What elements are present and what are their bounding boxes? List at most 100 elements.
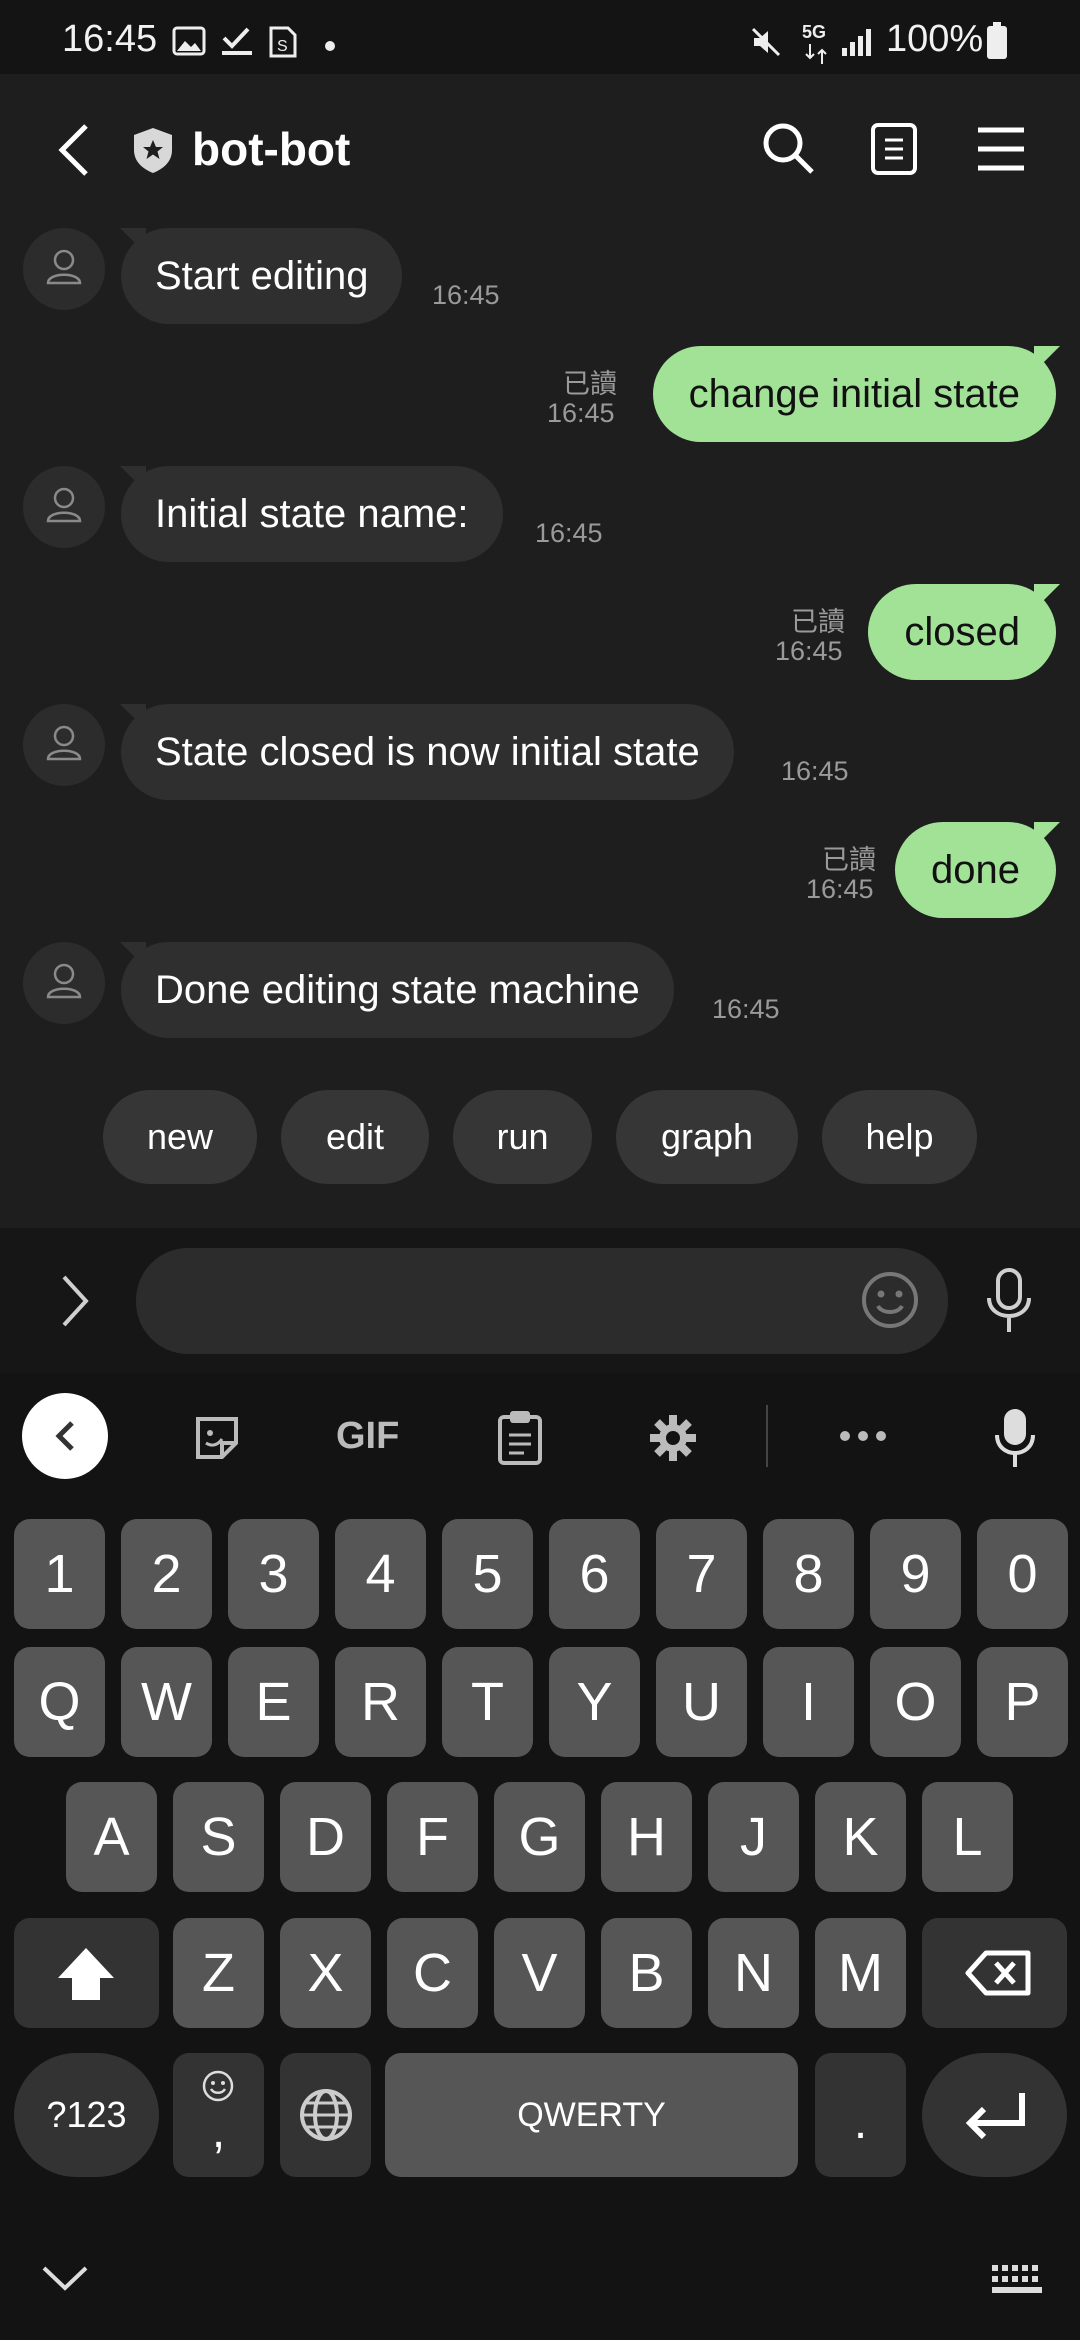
key-o[interactable]: O — [870, 1647, 961, 1757]
key-i[interactable]: I — [763, 1647, 854, 1757]
keyboard-switch-icon[interactable] — [990, 2263, 1044, 2297]
microphone-icon[interactable] — [984, 1266, 1034, 1336]
space-key[interactable]: QWERTY — [385, 2053, 798, 2177]
avatar[interactable] — [23, 942, 105, 1024]
signal-icon — [842, 29, 871, 56]
more-icon[interactable] — [838, 1429, 888, 1443]
voice-input-icon[interactable] — [994, 1407, 1036, 1469]
quick-reply-graph[interactable]: graph — [616, 1090, 798, 1184]
message-bubble[interactable]: Start editing — [121, 228, 403, 324]
avatar[interactable] — [23, 228, 105, 310]
image-icon — [172, 26, 206, 56]
backspace-key[interactable] — [922, 1918, 1067, 2028]
input-bar — [0, 1228, 1080, 1373]
message-bubble[interactable]: State closed is now initial state — [121, 704, 734, 800]
expand-icon[interactable] — [58, 1273, 92, 1329]
key-s[interactable]: S — [173, 1782, 264, 1892]
notes-icon[interactable] — [870, 122, 918, 176]
enter-key[interactable] — [922, 2053, 1067, 2177]
avatar[interactable] — [23, 466, 105, 548]
key-r[interactable]: R — [335, 1647, 426, 1757]
key-z[interactable]: Z — [173, 1918, 264, 2028]
settings-icon[interactable] — [648, 1413, 698, 1463]
quick-reply-help[interactable]: help — [822, 1090, 977, 1184]
message-bubble[interactable]: done — [895, 822, 1056, 918]
quick-reply-run[interactable]: run — [453, 1090, 592, 1184]
key-9[interactable]: 9 — [870, 1519, 961, 1629]
key-8[interactable]: 8 — [763, 1519, 854, 1629]
check-icon — [222, 27, 252, 55]
message-bubble[interactable]: change initial state — [652, 346, 1056, 442]
key-v[interactable]: V — [494, 1918, 585, 2028]
message-time: 16:45 — [781, 756, 849, 786]
period-key[interactable]: . — [815, 2053, 906, 2177]
key-6[interactable]: 6 — [549, 1519, 640, 1629]
language-key[interactable] — [280, 2053, 371, 2177]
chat-header: bot-bot — [0, 74, 1080, 226]
mute-icon — [751, 27, 781, 57]
back-icon[interactable] — [54, 122, 94, 178]
message-bubble[interactable]: Initial state name: — [121, 466, 503, 562]
key-u[interactable]: U — [656, 1647, 747, 1757]
key-3[interactable]: 3 — [228, 1519, 319, 1629]
network-label: 5G — [802, 22, 827, 42]
key-y[interactable]: Y — [549, 1647, 640, 1757]
key-d[interactable]: D — [280, 1782, 371, 1892]
battery-percent: 100% — [886, 18, 984, 60]
svg-text:S: S — [277, 38, 288, 55]
emoji-icon[interactable] — [860, 1270, 920, 1330]
toolbar-divider — [766, 1405, 768, 1467]
comma-key[interactable]: , — [173, 2053, 264, 2177]
clipboard-icon[interactable] — [496, 1409, 544, 1465]
symbols-key[interactable]: ?123 — [14, 2053, 159, 2177]
key-n[interactable]: N — [708, 1918, 799, 2028]
message-time: 16:45 — [712, 994, 780, 1024]
key-2[interactable]: 2 — [121, 1519, 212, 1629]
search-icon[interactable] — [760, 120, 816, 176]
read-receipt: 已讀 — [563, 369, 617, 399]
shift-key[interactable] — [14, 1918, 159, 2028]
chat-title[interactable]: bot-bot — [192, 122, 350, 176]
key-m[interactable]: M — [815, 1918, 906, 2028]
status-time: 16:45 — [62, 18, 158, 60]
avatar[interactable] — [23, 704, 105, 786]
key-f[interactable]: F — [387, 1782, 478, 1892]
message-time: 16:45 — [547, 398, 615, 428]
key-7[interactable]: 7 — [656, 1519, 747, 1629]
key-5[interactable]: 5 — [442, 1519, 533, 1629]
collapse-toolbar-button[interactable] — [22, 1393, 108, 1479]
key-h[interactable]: H — [601, 1782, 692, 1892]
key-0[interactable]: 0 — [977, 1519, 1068, 1629]
key-l[interactable]: L — [922, 1782, 1013, 1892]
key-c[interactable]: C — [387, 1918, 478, 2028]
key-g[interactable]: G — [494, 1782, 585, 1892]
key-b[interactable]: B — [601, 1918, 692, 2028]
hide-keyboard-icon[interactable] — [40, 2263, 90, 2293]
dot-icon — [325, 41, 335, 51]
key-j[interactable]: J — [708, 1782, 799, 1892]
message-bubble[interactable]: closed — [868, 584, 1056, 680]
key-4[interactable]: 4 — [335, 1519, 426, 1629]
status-bar: 16:45 S 5G 100% — [0, 0, 1080, 74]
sticker-icon[interactable] — [192, 1413, 242, 1463]
message-time: 16:45 — [806, 874, 874, 904]
key-k[interactable]: K — [815, 1782, 906, 1892]
key-a[interactable]: A — [66, 1782, 157, 1892]
key-e[interactable]: E — [228, 1647, 319, 1757]
key-1[interactable]: 1 — [14, 1519, 105, 1629]
battery-icon — [987, 22, 1007, 59]
gif-button[interactable]: GIF — [336, 1415, 399, 1458]
key-q[interactable]: Q — [14, 1647, 105, 1757]
quick-reply-new[interactable]: new — [103, 1090, 257, 1184]
key-x[interactable]: X — [280, 1918, 371, 2028]
key-t[interactable]: T — [442, 1647, 533, 1757]
menu-icon[interactable] — [976, 126, 1026, 172]
emoji-small-icon — [202, 2070, 234, 2102]
message-time: 16:45 — [535, 518, 603, 548]
read-receipt: 已讀 — [791, 607, 845, 637]
message-bubble[interactable]: Done editing state machine — [121, 942, 674, 1038]
message-input[interactable] — [136, 1248, 948, 1354]
key-p[interactable]: P — [977, 1647, 1068, 1757]
quick-reply-edit[interactable]: edit — [281, 1090, 429, 1184]
key-w[interactable]: W — [121, 1647, 212, 1757]
